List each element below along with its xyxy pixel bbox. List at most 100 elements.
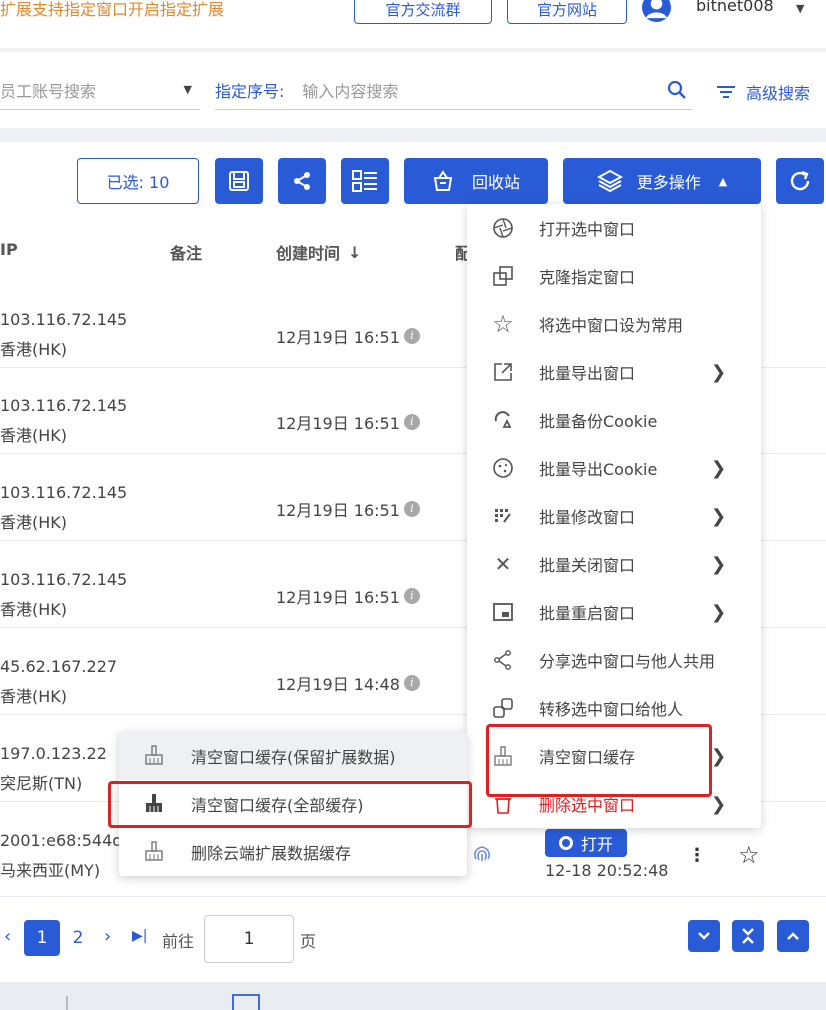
- last-page-icon[interactable]: ▶|: [132, 928, 147, 944]
- menu-label: 批量修改窗口: [539, 508, 636, 527]
- recycle-bin-button[interactable]: 回收站: [404, 158, 548, 204]
- row-ip: 103.116.72.145: [0, 310, 128, 329]
- col-remark: 备注: [170, 244, 203, 263]
- row-ip: 103.116.72.145: [0, 396, 128, 415]
- menu-label: 批量备份Cookie: [539, 412, 658, 431]
- clone-icon: [491, 264, 515, 288]
- highlight-box: [486, 724, 712, 797]
- row-time: 12月19日 16:51 i: [276, 324, 420, 348]
- next-page-icon[interactable]: ›: [104, 926, 111, 947]
- menu-edit-windows[interactable]: 批量修改窗口 ❯: [467, 492, 761, 540]
- menu-label: 将选中窗口设为常用: [539, 316, 684, 335]
- collapse-button[interactable]: [732, 920, 764, 952]
- aperture-icon: [491, 216, 515, 240]
- menu-export-windows[interactable]: 批量导出窗口 ❯: [467, 348, 761, 396]
- bottom-divider: [66, 996, 68, 1010]
- menu-open-selected[interactable]: 打开选中窗口: [467, 204, 761, 252]
- bottom-window-icon: [232, 994, 260, 1010]
- seq-label: 指定序号:: [215, 81, 285, 101]
- transfer-icon: [491, 696, 515, 720]
- fingerprint-icon[interactable]: [470, 841, 494, 865]
- menu-label: 批量重启窗口: [539, 604, 636, 623]
- advanced-search-button[interactable]: 高级搜索: [716, 80, 810, 104]
- open-label: 打开: [580, 835, 613, 854]
- sort-down-icon[interactable]: ↓: [348, 243, 361, 262]
- avatar-icon[interactable]: [641, 0, 672, 23]
- user-caret-icon[interactable]: ▼: [796, 2, 804, 15]
- chevron-right-icon: ❯: [711, 505, 727, 527]
- share-icon: [491, 648, 515, 672]
- row-ip: 103.116.72.145: [0, 483, 128, 502]
- row-ip: 103.116.72.145: [0, 570, 128, 589]
- recycle-bin-icon: [433, 170, 453, 191]
- selected-count-button[interactable]: 已选: 10: [77, 158, 199, 204]
- save-icon: [229, 171, 249, 191]
- row-time-text: 12月19日 16:51: [276, 328, 400, 347]
- more-actions-label: 更多操作: [636, 173, 701, 192]
- backup-icon: [491, 408, 515, 432]
- row-region: 突尼斯(TN): [0, 774, 83, 793]
- row-time-text: 12月19日 16:51: [276, 501, 400, 520]
- close-icon: ✕: [494, 552, 512, 576]
- chevron-right-icon: ❯: [711, 601, 727, 623]
- recycle-bin-label: 回收站: [471, 173, 520, 192]
- open-window-button[interactable]: 打开: [545, 829, 627, 857]
- submenu-clear-keep-extension[interactable]: 清空窗口缓存(保留扩展数据): [119, 732, 467, 780]
- menu-close-windows[interactable]: ✕ 批量关闭窗口 ❯: [467, 540, 761, 588]
- info-icon[interactable]: i: [403, 328, 420, 344]
- row-time: 12月19日 16:51 i: [276, 497, 420, 521]
- row-ip: 45.62.167.227: [0, 657, 118, 676]
- page-2[interactable]: 2: [60, 920, 96, 956]
- row-region: 香港(HK): [0, 600, 68, 619]
- more-vert-icon[interactable]: ⋮: [688, 845, 706, 866]
- menu-label: 转移选中窗口给他人: [539, 700, 684, 719]
- submenu-delete-cloud-cache[interactable]: 删除云端扩展数据缓存: [119, 828, 467, 876]
- info-icon[interactable]: i: [403, 588, 420, 604]
- menu-backup-cookie[interactable]: 批量备份Cookie: [467, 396, 761, 444]
- member-search-select[interactable]: 员工账号搜索 ▼: [0, 70, 200, 110]
- save-layout-button[interactable]: [215, 158, 263, 204]
- username[interactable]: bitnet008: [696, 0, 774, 15]
- info-icon[interactable]: i: [403, 414, 420, 430]
- col-created-time[interactable]: 创建时间 ↓: [276, 240, 361, 264]
- menu-label: 批量导出窗口: [539, 364, 636, 383]
- chevron-right-icon: ❯: [711, 793, 727, 815]
- menu-export-cookie[interactable]: 批量导出Cookie ❯: [467, 444, 761, 492]
- submenu-label: 删除云端扩展数据缓存: [191, 844, 352, 863]
- page-1[interactable]: 1: [24, 920, 60, 956]
- extension-notice[interactable]: 扩展支持指定窗口开启指定扩展: [0, 0, 224, 20]
- menu-restart-windows[interactable]: 批量重启窗口 ❯: [467, 588, 761, 636]
- row-region: 香港(HK): [0, 426, 68, 445]
- column-settings-button[interactable]: [341, 158, 389, 204]
- info-icon[interactable]: i: [403, 501, 420, 517]
- scroll-up-button[interactable]: [777, 920, 809, 952]
- menu-label: 批量关闭窗口: [539, 556, 636, 575]
- chevron-up-icon: [787, 932, 799, 940]
- share-button[interactable]: [278, 158, 326, 204]
- search-icon[interactable]: [667, 80, 687, 100]
- menu-label: 克隆指定窗口: [539, 268, 636, 287]
- chevron-right-icon: ❯: [711, 745, 727, 767]
- row-ip: 197.0.123.22: [0, 744, 107, 763]
- menu-share-windows[interactable]: 分享选中窗口与他人共用: [467, 636, 761, 684]
- menu-clone-window[interactable]: 克隆指定窗口: [467, 252, 761, 300]
- row-region: 马来西亚(MY): [0, 861, 101, 880]
- info-icon[interactable]: i: [403, 675, 420, 691]
- refresh-button[interactable]: [776, 158, 824, 204]
- star-icon[interactable]: ☆: [738, 841, 760, 869]
- menu-set-favorite[interactable]: ☆ 将选中窗口设为常用: [467, 300, 761, 348]
- row-time-text: 12月19日 16:51: [276, 414, 400, 433]
- community-button[interactable]: 官方交流群: [354, 0, 492, 24]
- share-icon: [294, 172, 310, 190]
- broom-icon: [143, 840, 167, 864]
- chevron-right-icon: ❯: [711, 361, 727, 383]
- row-ip: 2001:e68:544d: [0, 831, 123, 850]
- row-time: 12月19日 14:48 i: [276, 671, 420, 695]
- goto-page-input[interactable]: 1: [204, 915, 294, 963]
- prev-page-icon[interactable]: ‹: [4, 926, 11, 947]
- seq-search-field[interactable]: 指定序号: 输入内容搜索: [215, 70, 693, 110]
- scroll-down-button[interactable]: [688, 920, 720, 952]
- website-button[interactable]: 官方网站: [507, 0, 627, 24]
- broom-icon: [143, 744, 167, 768]
- more-actions-button[interactable]: 更多操作 ▲: [563, 158, 761, 204]
